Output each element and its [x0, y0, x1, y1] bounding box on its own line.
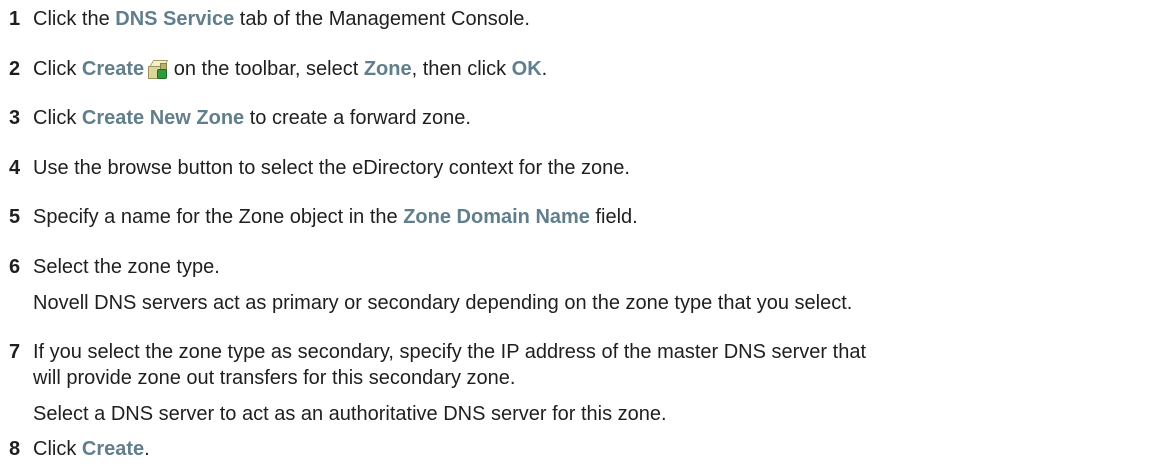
step-7-note: Select a DNS server to act as an authori…: [33, 403, 667, 425]
ui-term-zone: Zone: [363, 58, 412, 80]
step-text: Click Create New Zone to create a forwar…: [33, 103, 1160, 133]
step-number: 2: [9, 58, 21, 80]
text-run: .: [144, 438, 150, 460]
step-text: Click Create.: [33, 434, 1160, 464]
ui-term-dns-service: DNS Service: [115, 8, 235, 30]
step-number: 1: [9, 8, 21, 30]
step-number: 3: [9, 107, 21, 129]
ui-term-ok: OK: [511, 58, 542, 80]
text-run: , then click: [411, 58, 512, 80]
text-run: Click: [33, 438, 82, 460]
ui-term-create-new-zone: Create New Zone: [81, 107, 245, 129]
ui-term-create: Create: [81, 438, 145, 460]
text-run: .: [541, 58, 548, 80]
text-run: Specify a name for the Zone object in th…: [33, 206, 404, 228]
text-run: to create a forward zone.: [244, 107, 471, 129]
text-run: field.: [589, 206, 638, 228]
step-text: Specify a name for the Zone object in th…: [33, 202, 1160, 232]
step-number: 7: [9, 341, 21, 363]
step-text: Click Create on the toolbar, select Zone…: [33, 54, 1160, 84]
step-text: Use the browse button to select the eDir…: [33, 157, 630, 179]
text-run: Click: [33, 58, 82, 80]
step-number: 6: [9, 256, 21, 278]
text-run: tab of the Management Console.: [234, 8, 530, 30]
ui-term-create: Create: [81, 58, 145, 80]
procedure-steps: 1 Click the DNS Service tab of the Manag…: [0, 0, 1164, 466]
text-run: Click: [33, 107, 82, 129]
text-run: Click the: [33, 8, 116, 30]
step-text: Select the zone type.: [33, 256, 220, 278]
step-number: 4: [9, 157, 21, 179]
text-run: on the toolbar, select: [168, 58, 364, 80]
step-text: Click the DNS Service tab of the Managem…: [33, 4, 1160, 34]
create-object-icon: [148, 60, 169, 79]
ui-term-zone-domain-name: Zone Domain Name: [403, 206, 590, 228]
step-number: 5: [9, 206, 21, 228]
step-number: 8: [9, 438, 21, 460]
step-7-text-line-2: will provide zone out transfers for this…: [33, 367, 516, 389]
step-6-note: Novell DNS servers act as primary or sec…: [33, 292, 853, 314]
